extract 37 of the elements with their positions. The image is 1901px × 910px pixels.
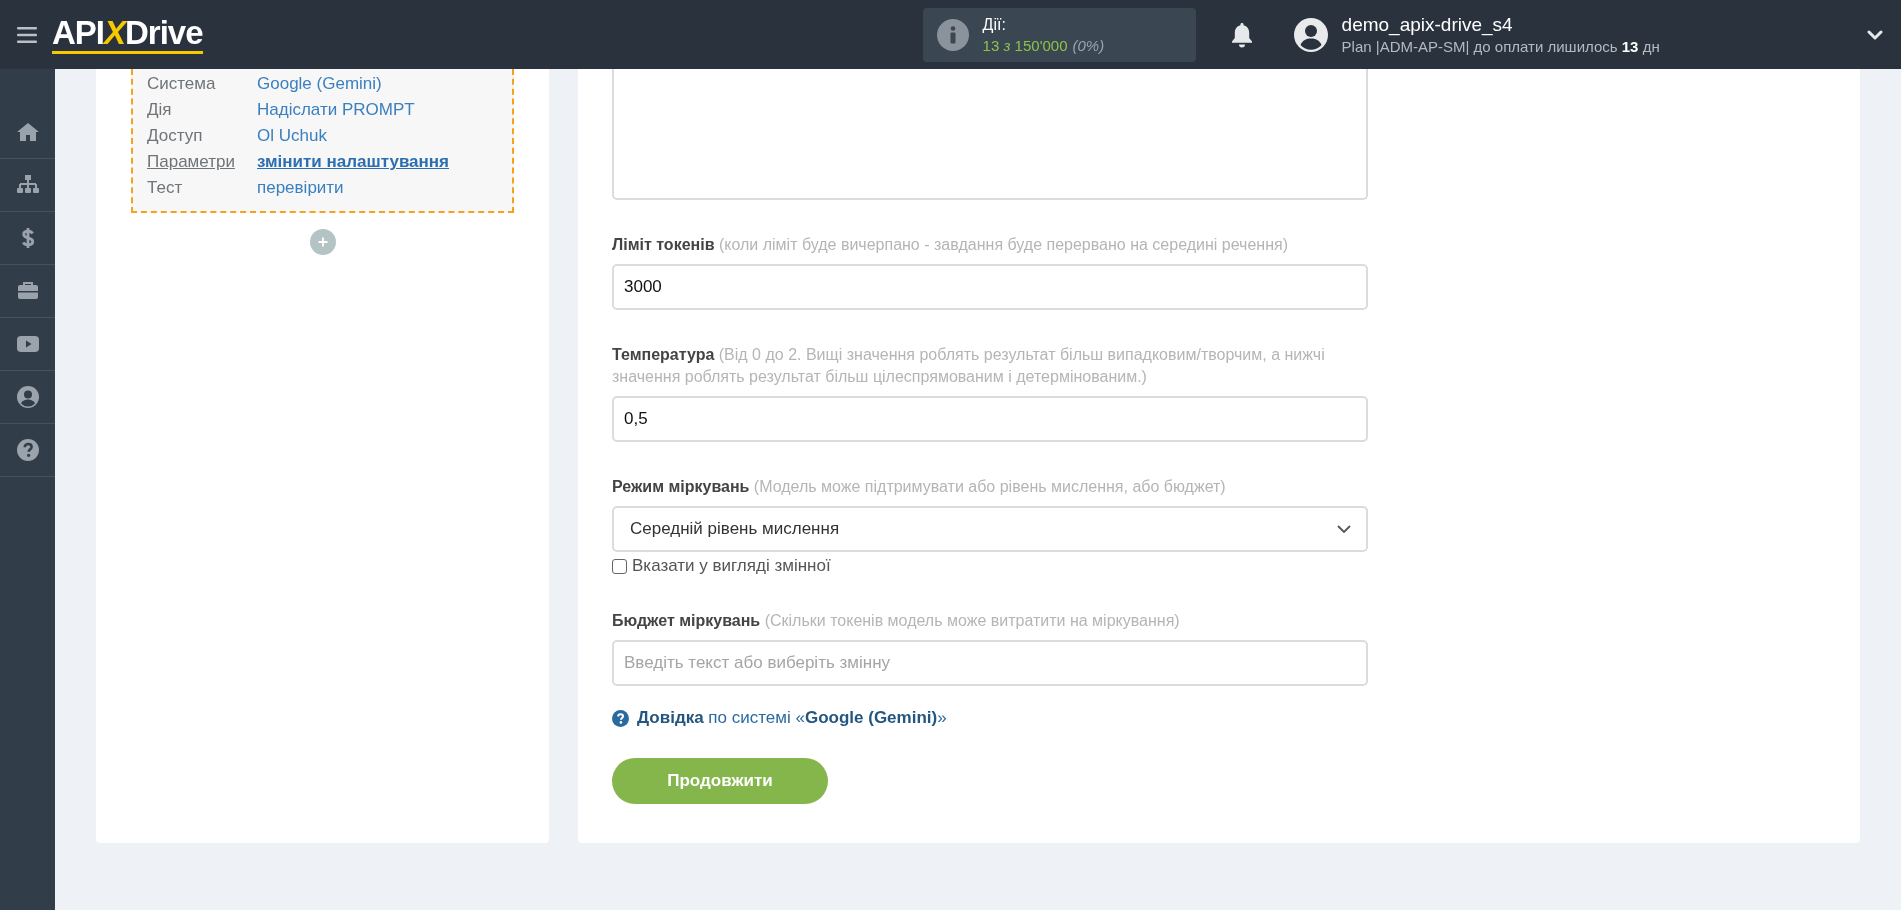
actions-percent: (0%)	[1072, 36, 1105, 54]
input-field[interactable]: 3000	[612, 264, 1368, 310]
logo[interactable]: APIXDrive	[52, 15, 203, 54]
edit-settings-link[interactable]: змінити налаштування	[257, 149, 450, 175]
summary-label: Тест	[147, 177, 184, 199]
help-icon[interactable]	[15, 438, 40, 462]
checkbox-label: Вказати у вигляді змінної	[632, 556, 831, 576]
parameters-link[interactable]: Параметри	[147, 149, 257, 175]
field-label: Ліміт токенів (коли ліміт буде вичерпано - завдання буде перервано на середині речення)	[612, 235, 1289, 255]
help-icon[interactable]	[612, 709, 629, 727]
plan-info: Plan |ADM-AP-SM| до оплати лишилось 13 дн	[1341, 38, 1660, 55]
checkbox[interactable]	[612, 558, 627, 574]
actions-count: 13 з 150'000	[982, 36, 1068, 54]
summary-label: Система	[147, 73, 217, 95]
summary-value: Ol Uchuk	[257, 125, 327, 147]
info-icon	[936, 18, 969, 51]
field-label: Температура (Від 0 до 2. Вищі значення роблять результат більш випадковим/творчим, а нижчі значення роблять результат більш цілеспрямованим і детермінованим.)	[612, 345, 1326, 387]
user-icon[interactable]	[15, 385, 40, 409]
field-label: Бюджет міркувань (Скільки токенів модель може витратити на міркування)	[612, 611, 1181, 631]
menu-icon[interactable]	[17, 26, 37, 43]
summary-label: Дія	[147, 99, 173, 121]
chevron-down-icon[interactable]	[1867, 29, 1883, 40]
home-icon[interactable]	[15, 120, 40, 144]
summary-value: перевірити	[257, 177, 344, 199]
user-name[interactable]: demo_apix-drive_s4	[1341, 14, 1660, 36]
avatar-icon[interactable]	[1293, 17, 1328, 52]
help-link[interactable]: Довідка по системі «Google (Gemini)»	[637, 708, 947, 728]
summary-value: Надіслати PROMPT	[257, 99, 415, 121]
summary-label: Доступ	[147, 125, 204, 147]
input-field[interactable]: Введіть текст або виберіть змінну	[612, 640, 1368, 686]
actions-label: Дії:	[982, 15, 1007, 34]
input-field[interactable]: 0,5	[612, 396, 1368, 442]
dropdown[interactable]: Середній рівень мислення	[612, 506, 1368, 552]
summary-value: Google (Gemini)	[257, 73, 382, 95]
chevron-down-icon	[1336, 524, 1352, 534]
bell-icon[interactable]	[1229, 21, 1254, 48]
field-label: Режим міркувань (Модель може підтримувати або рівень мислення, або бюджет)	[612, 477, 1227, 497]
